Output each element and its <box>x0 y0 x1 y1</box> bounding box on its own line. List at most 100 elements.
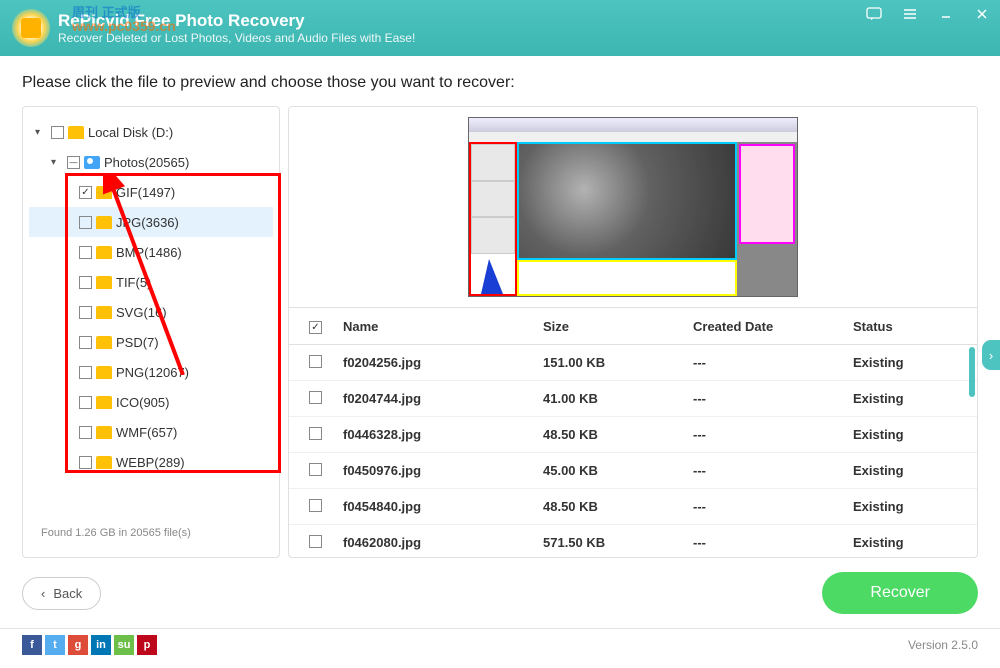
cell-status: Existing <box>853 499 957 514</box>
tree-item-filetype[interactable]: PNG(12067) <box>29 357 273 387</box>
titlebar: RePicvid Free Photo Recovery Recover Del… <box>0 0 1000 56</box>
tree-item-filetype[interactable]: PSD(7) <box>29 327 273 357</box>
cell-date: --- <box>693 391 853 406</box>
close-icon[interactable] <box>964 0 1000 28</box>
cell-name: f0450976.jpg <box>343 463 543 478</box>
back-label: Back <box>53 586 82 601</box>
row-checkbox[interactable] <box>309 391 322 404</box>
cell-date: --- <box>693 463 853 478</box>
results-panel: Name Size Created Date Status f0204256.j… <box>288 106 978 558</box>
row-checkbox[interactable] <box>309 427 322 440</box>
folder-icon <box>96 186 112 199</box>
folder-icon <box>96 246 112 259</box>
folder-icon <box>68 126 84 139</box>
tree-root-disk[interactable]: ▾ Local Disk (D:) <box>29 117 273 147</box>
social-button[interactable]: su <box>114 635 134 655</box>
tree-label: Photos(20565) <box>104 155 189 170</box>
social-buttons: ftginsup <box>22 635 157 655</box>
social-button[interactable]: t <box>45 635 65 655</box>
app-subtitle: Recover Deleted or Lost Photos, Videos a… <box>58 31 415 45</box>
table-body[interactable]: f0204256.jpg 151.00 KB --- Existing f020… <box>289 345 977 557</box>
select-all-checkbox[interactable] <box>309 321 322 334</box>
tree-label: WEBP(289) <box>116 455 185 470</box>
scrollbar-thumb[interactable] <box>969 347 975 397</box>
tree-label: Local Disk (D:) <box>88 125 173 140</box>
tree-label: WMF(657) <box>116 425 177 440</box>
table-row[interactable]: f0204744.jpg 41.00 KB --- Existing <box>289 381 977 417</box>
tree-item-filetype[interactable]: WEBP(289) <box>29 447 273 477</box>
folder-icon <box>96 456 112 469</box>
menu-icon[interactable] <box>892 0 928 28</box>
cell-name: f0204256.jpg <box>343 355 543 370</box>
social-button[interactable]: p <box>137 635 157 655</box>
item-checkbox[interactable] <box>79 336 92 349</box>
cell-status: Existing <box>853 391 957 406</box>
feedback-icon[interactable] <box>856 0 892 28</box>
app-title: RePicvid Free Photo Recovery <box>58 11 415 31</box>
chevron-down-icon[interactable]: ▾ <box>51 157 63 168</box>
app-logo-icon <box>12 9 50 47</box>
side-expand-icon[interactable]: › <box>982 340 1000 370</box>
item-checkbox[interactable] <box>79 426 92 439</box>
social-button[interactable]: in <box>91 635 111 655</box>
bottom-bar: ‹ Back Recover <box>0 558 1000 628</box>
row-checkbox[interactable] <box>309 499 322 512</box>
table-row[interactable]: f0454840.jpg 48.50 KB --- Existing <box>289 489 977 525</box>
tree-item-filetype[interactable]: GIF(1497) <box>29 177 273 207</box>
col-status[interactable]: Status <box>853 319 957 334</box>
table-row[interactable]: f0446328.jpg 48.50 KB --- Existing <box>289 417 977 453</box>
window-controls <box>856 0 1000 28</box>
item-checkbox[interactable] <box>79 456 92 469</box>
cell-name: f0462080.jpg <box>343 535 543 550</box>
item-checkbox[interactable] <box>79 276 92 289</box>
tree-item-filetype[interactable]: SVG(16) <box>29 297 273 327</box>
chevron-down-icon[interactable]: ▾ <box>35 127 47 138</box>
table-row[interactable]: f0450976.jpg 45.00 KB --- Existing <box>289 453 977 489</box>
cell-date: --- <box>693 535 853 550</box>
table-row[interactable]: f0204256.jpg 151.00 KB --- Existing <box>289 345 977 381</box>
tree-category-photos[interactable]: ▾ Photos(20565) <box>29 147 273 177</box>
item-checkbox[interactable] <box>79 186 92 199</box>
tree-item-filetype[interactable]: JPG(3636) <box>29 207 273 237</box>
folder-tree-panel: ▾ Local Disk (D:) ▾ Photos(20565) GIF(14… <box>22 106 280 558</box>
row-checkbox[interactable] <box>309 355 322 368</box>
tree-item-filetype[interactable]: BMP(1486) <box>29 237 273 267</box>
tree-label: TIF(5) <box>116 275 151 290</box>
col-date[interactable]: Created Date <box>693 319 853 334</box>
social-button[interactable]: f <box>22 635 42 655</box>
item-checkbox[interactable] <box>79 396 92 409</box>
tree-item-filetype[interactable]: WMF(657) <box>29 417 273 447</box>
category-checkbox[interactable] <box>67 156 80 169</box>
table-row[interactable]: f0462080.jpg 571.50 KB --- Existing <box>289 525 977 557</box>
row-checkbox[interactable] <box>309 535 322 548</box>
footer: ftginsup Version 2.5.0 <box>0 628 1000 661</box>
tree-label: PNG(12067) <box>116 365 189 380</box>
item-checkbox[interactable] <box>79 366 92 379</box>
cell-date: --- <box>693 427 853 442</box>
back-button[interactable]: ‹ Back <box>22 577 101 610</box>
preview-image <box>468 117 798 297</box>
cell-name: f0204744.jpg <box>343 391 543 406</box>
cell-name: f0454840.jpg <box>343 499 543 514</box>
photos-icon <box>84 156 100 169</box>
tree-label: JPG(3636) <box>116 215 179 230</box>
tree-label: BMP(1486) <box>116 245 182 260</box>
item-checkbox[interactable] <box>79 216 92 229</box>
tree-item-filetype[interactable]: ICO(905) <box>29 387 273 417</box>
row-checkbox[interactable] <box>309 463 322 476</box>
cell-status: Existing <box>853 355 957 370</box>
social-button[interactable]: g <box>68 635 88 655</box>
cell-size: 571.50 KB <box>543 535 693 550</box>
folder-icon <box>96 216 112 229</box>
item-checkbox[interactable] <box>79 246 92 259</box>
tree-item-filetype[interactable]: TIF(5) <box>29 267 273 297</box>
recover-button[interactable]: Recover <box>822 572 978 614</box>
col-name[interactable]: Name <box>343 319 543 334</box>
item-checkbox[interactable] <box>79 306 92 319</box>
col-size[interactable]: Size <box>543 319 693 334</box>
instruction-text: Please click the file to preview and cho… <box>22 74 978 92</box>
minimize-icon[interactable] <box>928 0 964 28</box>
root-checkbox[interactable] <box>51 126 64 139</box>
chevron-left-icon: ‹ <box>41 586 45 601</box>
cell-status: Existing <box>853 463 957 478</box>
